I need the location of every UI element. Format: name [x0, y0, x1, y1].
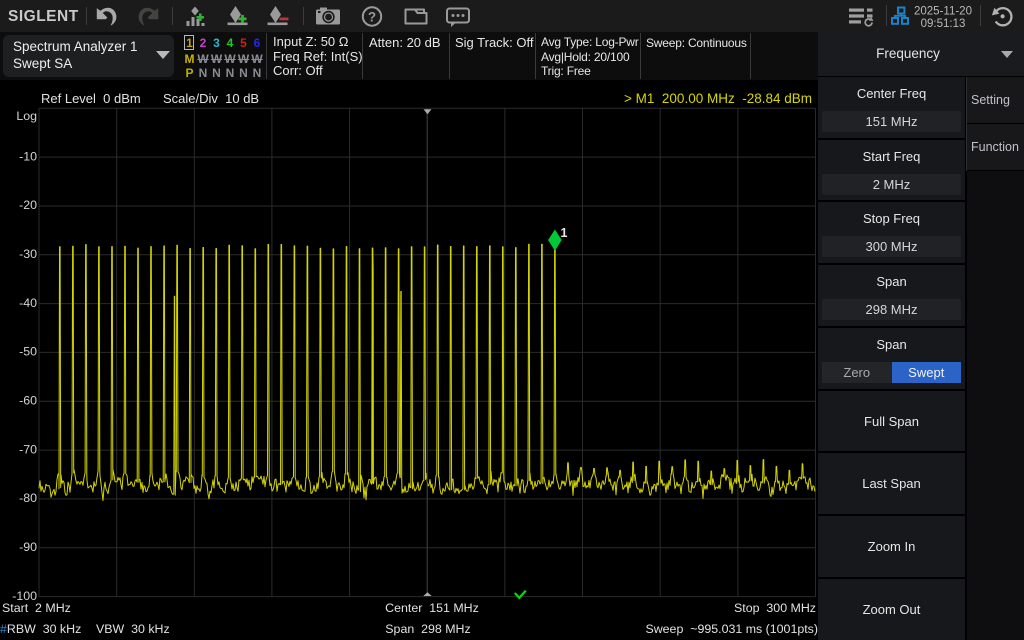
svg-text:Ref Level 0 dBm: Ref Level 0 dBm	[41, 91, 141, 106]
svg-text:-40: -40	[19, 296, 37, 310]
svg-text:-30: -30	[19, 247, 37, 261]
svg-text:SIGLENT: SIGLENT	[8, 8, 79, 25]
svg-text:Start 2 MHz: Start 2 MHz	[2, 601, 71, 615]
svg-text:-70: -70	[19, 442, 37, 456]
svg-text:Center 151 MHz: Center 151 MHz	[385, 601, 479, 615]
svg-text:09:51:13: 09:51:13	[921, 18, 966, 30]
svg-text:Sweep ~995.031 ms (1001pts): Sweep ~995.031 ms (1001pts)	[645, 622, 818, 636]
svg-text:-80: -80	[19, 491, 37, 505]
svg-text:-90: -90	[19, 540, 37, 554]
svg-text:-20: -20	[19, 198, 37, 212]
svg-text:-50: -50	[19, 345, 37, 359]
svg-text:VBW 30 kHz: VBW 30 kHz	[96, 622, 170, 636]
svg-text:> M1 200.00 MHz -28.84 dBm: > M1 200.00 MHz -28.84 dBm	[624, 91, 812, 106]
svg-text:2025-11-20: 2025-11-20	[914, 6, 972, 18]
svg-text:Scale/Div 10 dB: Scale/Div 10 dB	[163, 91, 259, 106]
svg-text:1: 1	[561, 226, 568, 240]
svg-text:Log: Log	[16, 109, 37, 123]
svg-text:Stop 300 MHz: Stop 300 MHz	[734, 601, 816, 615]
svg-text:-60: -60	[19, 394, 37, 408]
svg-text:?: ?	[368, 10, 376, 25]
svg-text:Span 298 MHz: Span 298 MHz	[385, 622, 470, 636]
svg-text:#RBW 30 kHz: #RBW 30 kHz	[0, 622, 81, 636]
svg-text:-10: -10	[19, 149, 37, 163]
